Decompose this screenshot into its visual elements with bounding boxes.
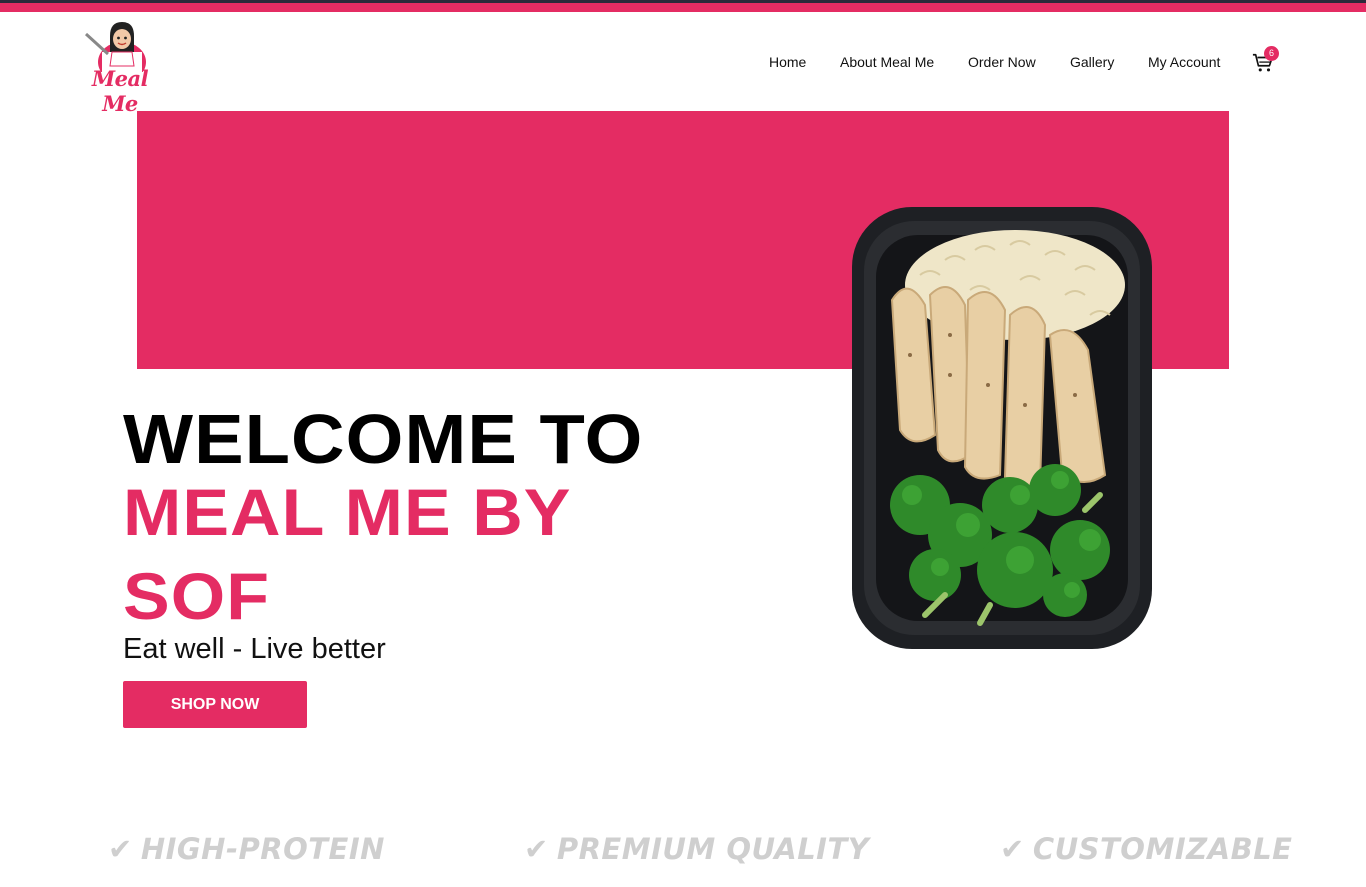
feature-label: HIGH-PROTEIN: [140, 832, 385, 866]
nav-order-now[interactable]: Order Now: [968, 54, 1036, 70]
hero-tagline: Eat well - Live better: [123, 633, 386, 665]
check-icon: ✔: [1000, 832, 1025, 866]
top-accent-bar: [0, 0, 1366, 12]
feature-high-protein: ✔ HIGH-PROTEIN: [108, 832, 385, 866]
cart-count-badge: 6: [1264, 46, 1279, 61]
main-nav: Home About Meal Me Order Now Gallery My …: [0, 54, 1366, 74]
feature-label: CUSTOMIZABLE: [1032, 832, 1293, 866]
hero-heading-line2: MEAL ME BY SOF: [123, 475, 571, 633]
nav-gallery[interactable]: Gallery: [1070, 54, 1114, 70]
feature-label: PREMIUM QUALITY: [556, 832, 870, 866]
meal-container-image: [852, 207, 1152, 649]
nav-about-meal-me[interactable]: About Meal Me: [840, 54, 934, 70]
shop-now-button[interactable]: SHOP NOW: [123, 681, 307, 728]
nav-home[interactable]: Home: [769, 54, 806, 70]
feature-premium-quality: ✔ PREMIUM QUALITY: [524, 832, 869, 866]
check-icon: ✔: [108, 832, 133, 866]
top-dark-line: [0, 0, 1366, 3]
hero-heading-line1: WELCOME TO: [123, 400, 644, 478]
nav-my-account[interactable]: My Account: [1148, 54, 1220, 70]
check-icon: ✔: [524, 832, 549, 866]
feature-customizable: ✔ CUSTOMIZABLE: [1000, 832, 1292, 866]
